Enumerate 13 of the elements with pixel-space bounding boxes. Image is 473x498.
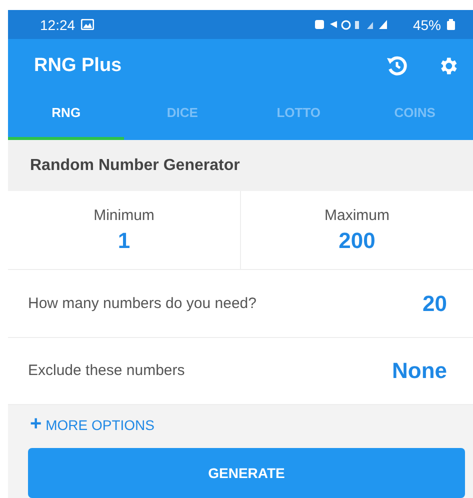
range-field[interactable]: Minimum 1 — [8, 191, 241, 270]
section-title: Random Number Generator — [30, 156, 240, 175]
range-field[interactable]: Maximum 200 — [241, 191, 473, 270]
battery-icon — [447, 19, 455, 30]
more-options-link[interactable]: + MORE OPTIONS — [30, 413, 154, 436]
app-title: RNG Plus — [34, 55, 122, 78]
generate-button[interactable]: GENERATE — [28, 448, 465, 498]
setting-row[interactable]: Exclude these numbers None — [8, 338, 473, 406]
status-time: 12:24 — [40, 16, 76, 33]
image-icon — [81, 19, 94, 30]
setting-row[interactable]: How many numbers do you need? 20 — [8, 270, 473, 338]
history-icon[interactable] — [385, 54, 409, 78]
battery-level: 45% — [412, 16, 441, 33]
